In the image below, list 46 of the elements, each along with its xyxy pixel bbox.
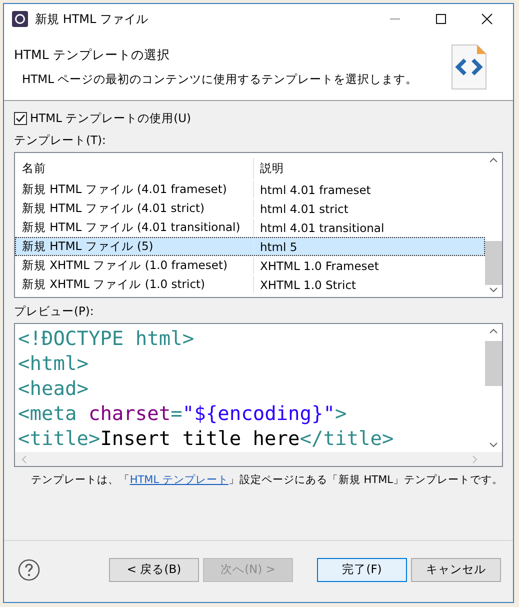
close-icon[interactable]: [481, 13, 493, 25]
help-icon[interactable]: [18, 558, 40, 580]
table-cell-text: html 4.01 frameset: [259, 182, 371, 196]
table-row[interactable]: 新規 HTML ファイル (5) html 5: [15, 237, 485, 256]
window-title: 新規 HTML ファイル: [35, 10, 148, 28]
template-link[interactable]: HTML テンプレート: [130, 474, 228, 486]
scroll-down-icon[interactable]: [489, 442, 498, 448]
table-row[interactable]: 新規 HTML ファイル (4.01 transitional) html 4.01 transitional: [15, 218, 485, 237]
dialog-button[interactable]: 完了(F): [317, 558, 407, 582]
column-header[interactable]: 説明: [254, 161, 284, 176]
maximize-icon[interactable]: [435, 13, 447, 25]
code-line: <title>Insert title here</title>: [18, 426, 395, 451]
scroll-down-icon[interactable]: [489, 287, 498, 293]
template-note: テンプレートは、「HTML テンプレート」設定ページにある「新規 HTML」テンプレートです。: [30, 473, 503, 487]
table-cell-text: html 5: [259, 240, 298, 254]
dialog-button[interactable]: キャンセル: [411, 558, 501, 582]
table-cell-text: XHTML 1.0 Strict: [259, 278, 356, 292]
table-cell: 新規 HTML ファイル (5): [16, 238, 254, 255]
code-line: <html>: [18, 351, 90, 376]
table-cell-text: html 4.01 strict: [259, 202, 348, 216]
table-row[interactable]: 新規 XHTML ファイル (1.0 strict) XHTML 1.0 Strict: [15, 275, 485, 294]
preview-label: プレビュー(P):: [14, 304, 95, 319]
code-line: <!ÐOCTYPE html>: [18, 326, 196, 351]
page-title: HTML テンプレートの選択: [14, 47, 171, 64]
scroll-up-icon[interactable]: [489, 157, 498, 163]
dialog-button[interactable]: < 戻る(B): [109, 558, 199, 582]
code-line: <head>: [18, 376, 90, 401]
table-row[interactable]: 新規 XHTML ファイル (1.0 frameset) XHTML 1.0 Frameset: [15, 256, 485, 275]
code-line: <meta charset="${encoding}">: [18, 401, 348, 426]
table-row[interactable]: 新規 HTML ファイル (4.01 frameset) html 4.01 frameset: [15, 180, 485, 199]
table-cell: 新規 XHTML ファイル (1.0 frameset): [16, 257, 254, 274]
app-icon: [12, 11, 28, 27]
templates-label: テンプレート(T):: [14, 133, 107, 148]
table-cell: 新規 HTML ファイル (4.01 strict): [16, 200, 254, 217]
table-cell: 新規 XHTML ファイル (1.0 strict): [16, 276, 254, 293]
page-description: HTML ページの最初のコンテンツに使用するテンプレートを選択します。: [21, 72, 418, 87]
table-cell-text: XHTML 1.0 Frameset: [259, 258, 379, 272]
table-cell-text: html 4.01 transitional: [259, 220, 384, 234]
table-cell: 新規 HTML ファイル (4.01 frameset): [16, 181, 254, 198]
column-header[interactable]: 名前: [16, 158, 254, 179]
scroll-up-icon[interactable]: [489, 328, 498, 334]
table-cell: 新規 HTML ファイル (4.01 transitional): [16, 219, 254, 236]
html-file-icon: [451, 44, 487, 90]
checkbox-label[interactable]: HTML テンプレートの使用(U): [30, 111, 192, 126]
table-row[interactable]: 新規 HTML ファイル (4.01 strict) html 4.01 strict: [15, 199, 485, 218]
checkbox[interactable]: [14, 112, 27, 125]
